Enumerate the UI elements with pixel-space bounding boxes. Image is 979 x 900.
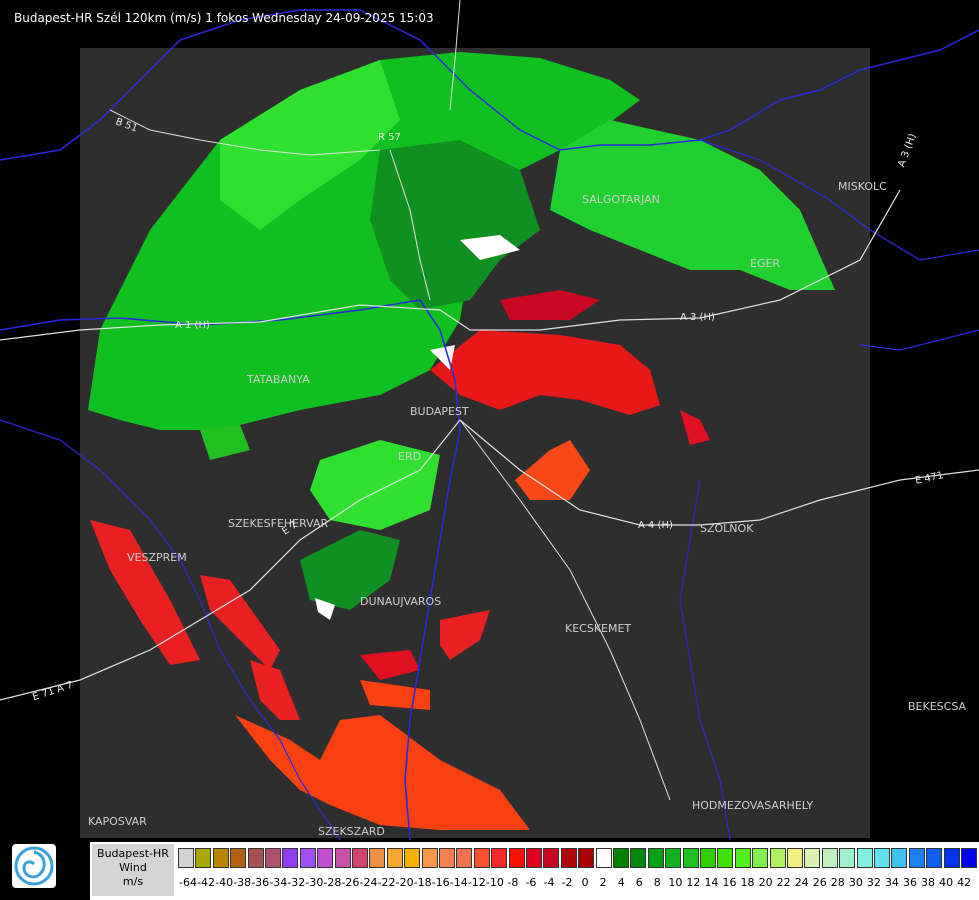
city-salgotarjan: SALGOTARJAN xyxy=(582,193,660,206)
legend-swatch xyxy=(334,848,351,868)
legend-swatch xyxy=(839,848,856,868)
legend-ticks: -64 -42 -40 -38 -36 -34 -32 -30 -28 -26 -24 -22 -20-… xyxy=(178,876,978,890)
legend-swatch xyxy=(230,848,247,868)
legend-swatch xyxy=(874,848,890,868)
legend-swatch xyxy=(943,848,960,868)
city-dunaujvaros: DUNAUJVAROS xyxy=(360,595,442,608)
legend-swatch xyxy=(630,848,647,868)
legend-swatch xyxy=(734,848,751,868)
radar-map-canvas xyxy=(0,0,979,841)
met-service-logo xyxy=(12,844,56,888)
city-bekescsaba: BEKESCSA xyxy=(908,700,967,713)
legend-swatch xyxy=(473,848,490,868)
radar-title: Budapest-HR Szél 120km (m/s) 1 fokos Wed… xyxy=(14,11,434,25)
legend-title: Budapest-HR Wind m/s xyxy=(92,844,174,896)
legend-swatch xyxy=(682,848,699,868)
legend-swatch xyxy=(717,848,734,868)
legend-swatch xyxy=(613,848,629,868)
velocity-legend: Budapest-HR Wind m/s -64 -42 -40 -38 -36 -34-… xyxy=(90,842,979,900)
city-kaposvar: KAPOSVAR xyxy=(88,815,147,828)
road-label-r57: R 57 xyxy=(378,132,401,143)
city-szekszard: SZEKSZARD xyxy=(318,825,385,838)
legend-swatch xyxy=(526,848,542,868)
legend-swatch xyxy=(456,848,473,868)
legend-swatch xyxy=(265,848,281,868)
road-label-a1h: A 1 (H) xyxy=(175,320,210,331)
legend-swatch xyxy=(821,848,838,868)
legend-swatch xyxy=(578,848,595,868)
legend-swatch xyxy=(804,848,821,868)
legend-swatch xyxy=(787,848,803,868)
city-eger: EGER xyxy=(750,257,781,270)
legend-swatch xyxy=(421,848,438,868)
legend-swatch xyxy=(369,848,386,868)
legend-title-station: Budapest-HR xyxy=(97,847,169,860)
legend-swatch xyxy=(439,848,455,868)
legend-swatch xyxy=(752,848,769,868)
legend-swatch xyxy=(247,848,264,868)
legend-swatch xyxy=(543,848,560,868)
legend-swatch xyxy=(352,848,368,868)
legend-swatch xyxy=(299,848,316,868)
legend-title-unit: m/s xyxy=(122,875,144,888)
legend-swatch xyxy=(926,848,943,868)
legend-swatch xyxy=(178,848,194,868)
city-tatabanya: TATABANYA xyxy=(247,373,310,386)
legend-swatch xyxy=(665,848,682,868)
city-hodmezovasarhely: HODMEZOVASARHELY xyxy=(692,799,814,812)
legend-swatch xyxy=(491,848,508,868)
legend-title-product: Wind xyxy=(119,861,147,874)
legend-swatch xyxy=(282,848,299,868)
city-budapest: BUDAPEST xyxy=(410,405,469,418)
legend-swatch xyxy=(386,848,403,868)
legend-swatch xyxy=(647,848,664,868)
city-erd: ERD xyxy=(398,450,422,463)
legend-swatch xyxy=(195,848,212,868)
radar-map: SALGOTARJAN MISKOLC EGER TATABANYA BUDAP… xyxy=(0,0,979,841)
legend-swatch xyxy=(891,848,908,868)
legend-swatch xyxy=(404,848,421,868)
swirl-icon xyxy=(14,846,54,886)
legend-swatch xyxy=(961,848,977,868)
city-kecskemet: KECSKEMET xyxy=(565,622,632,635)
legend-swatch xyxy=(560,848,577,868)
legend-swatch xyxy=(700,848,716,868)
legend-swatch xyxy=(595,848,612,868)
city-veszprem: VESZPREM xyxy=(127,551,187,564)
city-szolnok: SZOLNOK xyxy=(700,522,754,535)
legend-tick-label: 42 xyxy=(957,876,972,889)
legend-swatch xyxy=(508,848,525,868)
city-miskolc: MISKOLC xyxy=(838,180,887,193)
legend-swatch xyxy=(769,848,786,868)
legend-swatch xyxy=(856,848,873,868)
border-line-east xyxy=(859,329,979,351)
legend-swatch xyxy=(317,848,334,868)
road-label-a3h: A 3 (H) xyxy=(680,312,715,323)
legend-swatch xyxy=(212,848,229,868)
road-label-a4h: A 4 (H) xyxy=(638,520,673,531)
city-szekesfehervar: SZEKESFEHERVAR xyxy=(228,517,329,530)
legend-swatch xyxy=(908,848,925,868)
